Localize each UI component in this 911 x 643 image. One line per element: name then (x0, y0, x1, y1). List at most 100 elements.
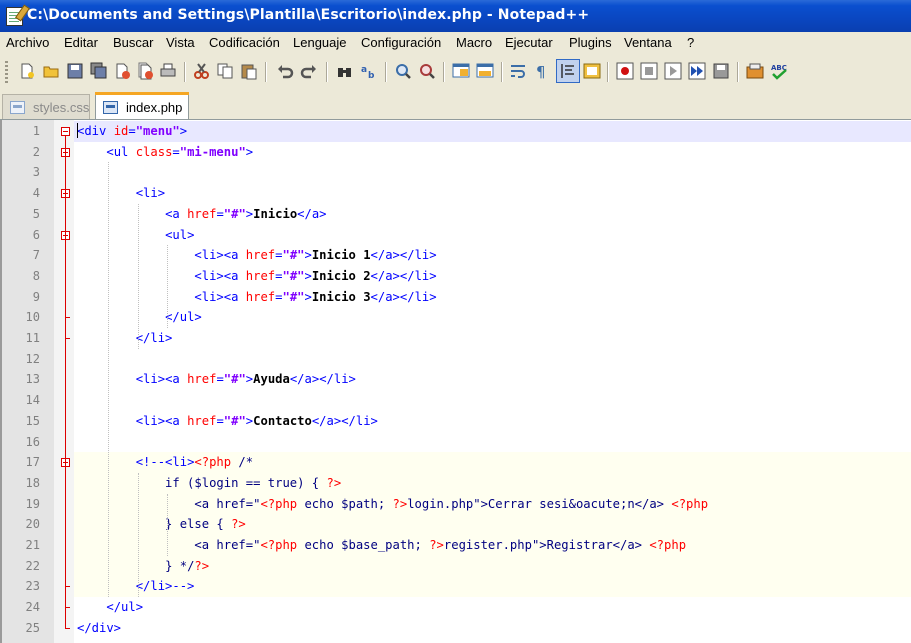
code-line[interactable]: <a href="#">Inicio</a> (77, 204, 326, 225)
code-line[interactable]: </div> (77, 618, 121, 639)
sync-horizontal-icon[interactable] (476, 62, 494, 80)
text-cursor (77, 123, 78, 138)
line-number: 25 (25, 620, 40, 635)
fold-toggle-icon[interactable] (61, 127, 70, 136)
code-line[interactable]: <li><a href="#">Contacto</a></li> (77, 411, 378, 432)
line-number: 13 (25, 372, 40, 387)
line-number: 16 (25, 434, 40, 449)
menu-ventana[interactable]: Ventana (624, 35, 672, 50)
menu-vista[interactable]: Vista (166, 35, 195, 50)
show-all-chars-icon[interactable]: ¶ (533, 62, 551, 80)
svg-text:b: b (368, 71, 375, 80)
current-line-highlight (74, 121, 911, 142)
stop-macro-icon[interactable] (640, 62, 658, 80)
code-line[interactable]: <div id="menu"> (77, 121, 187, 142)
line-number: 1 (32, 124, 40, 138)
code-line[interactable]: <a href="<?php echo $path; ?>login.php">… (77, 494, 708, 515)
code-editor[interactable]: 1 <div id="menu"> 2 <ul class="mi-menu"> 3 4… (0, 120, 911, 643)
zoom-in-icon[interactable] (394, 62, 412, 80)
code-line[interactable]: </ul> (77, 597, 143, 618)
code-line[interactable]: <li><a href="#">Inicio 3</a></li> (77, 287, 436, 308)
open-file-icon[interactable] (42, 62, 60, 80)
find-icon[interactable] (336, 62, 354, 80)
indent-guide (137, 472, 139, 598)
replace-icon[interactable]: ab (360, 62, 378, 80)
close-icon[interactable] (113, 62, 131, 80)
code-line[interactable]: <ul> (77, 225, 194, 246)
line-number: 3 (32, 165, 40, 180)
tab-label: index.php (126, 100, 183, 115)
line-number: 23 (25, 579, 40, 594)
tab-styles-css[interactable]: styles.css (2, 94, 90, 120)
line-number: 4 (32, 186, 40, 201)
tab-bar: styles.css index.php (0, 90, 911, 120)
line-number: 7 (32, 248, 40, 263)
code-line[interactable]: <li><a href="#">Inicio 1</a></li> (77, 245, 436, 266)
tab-label: styles.css (33, 100, 90, 115)
indent-guide (167, 493, 169, 556)
title-bar[interactable]: C:\Documents and Settings\Plantilla\Escr… (0, 0, 911, 32)
redo-icon[interactable] (300, 62, 318, 80)
code-line[interactable]: } */?> (77, 556, 209, 577)
code-line[interactable]: <a href="<?php echo $base_path; ?>regist… (77, 535, 686, 556)
menu-editar[interactable]: Editar (64, 35, 98, 50)
save-macro-icon[interactable] (712, 62, 730, 80)
line-number: 20 (25, 517, 40, 532)
paste-icon[interactable] (240, 62, 258, 80)
code-line[interactable]: <li><a href="#">Ayuda</a></li> (77, 369, 356, 390)
save-all-icon[interactable] (90, 62, 108, 80)
word-wrap-icon[interactable] (509, 62, 527, 80)
save-icon[interactable] (66, 62, 84, 80)
play-macro-icon[interactable] (664, 62, 682, 80)
file-icon (103, 101, 118, 114)
code-line[interactable]: <!--<li><?php /* (77, 452, 253, 473)
menu-help[interactable]: ? (687, 35, 694, 50)
code-line[interactable]: </ul> (77, 307, 202, 328)
record-macro-icon[interactable] (616, 62, 634, 80)
code-line[interactable]: } else { ?> (77, 514, 246, 535)
menu-archivo[interactable]: Archivo (6, 35, 49, 50)
new-file-icon[interactable] (18, 62, 36, 80)
cut-icon[interactable] (193, 62, 211, 80)
code-line[interactable]: <ul class="mi-menu"> (77, 142, 253, 163)
menu-codificacion[interactable]: Codificación (209, 35, 280, 50)
line-number: 14 (25, 393, 40, 408)
code-line[interactable]: </li> (77, 328, 173, 349)
menu-macro[interactable]: Macro (456, 35, 492, 50)
copy-icon[interactable] (216, 62, 234, 80)
tab-index-php[interactable]: index.php (95, 92, 189, 120)
line-number: 11 (25, 331, 40, 345)
menu-lenguaje[interactable]: Lenguaje (293, 35, 347, 50)
spellcheck-icon[interactable]: ABC (770, 62, 788, 80)
line-number: 18 (25, 475, 40, 490)
menu-plugins[interactable]: Plugins (569, 35, 612, 50)
menu-ejecutar[interactable]: Ejecutar (505, 35, 553, 50)
code-line[interactable]: <li> (77, 183, 165, 204)
line-number: 10 (25, 310, 40, 325)
print-icon[interactable] (159, 62, 177, 80)
menu-bar: Archivo Editar Buscar Vista Codificación… (0, 32, 911, 54)
line-number: 8 (32, 268, 40, 283)
window-title: C:\Documents and Settings\Plantilla\Escr… (27, 7, 590, 23)
code-line[interactable]: if ($login == true) { ?> (77, 473, 341, 494)
fold-margin[interactable] (54, 120, 74, 643)
code-line[interactable]: </li>--> (77, 576, 195, 597)
line-number: 2 (32, 144, 40, 159)
line-number: 6 (32, 227, 40, 242)
notepad-app-icon[interactable] (6, 7, 23, 26)
toolbar: ab ¶ ABC (0, 54, 911, 90)
run-macro-multiple-icon[interactable] (688, 62, 706, 80)
close-all-icon[interactable] (136, 62, 154, 80)
line-number: 21 (25, 538, 40, 552)
code-line[interactable]: <li><a href="#">Inicio 2</a></li> (77, 266, 436, 287)
menu-buscar[interactable]: Buscar (113, 35, 153, 50)
indent-guide-icon[interactable] (559, 62, 577, 80)
doc-map-icon[interactable] (583, 62, 601, 80)
line-number: 12 (25, 351, 40, 366)
zoom-out-icon[interactable] (418, 62, 436, 80)
menu-configuracion[interactable]: Configuración (361, 35, 441, 50)
toolbar-grip[interactable] (5, 61, 8, 83)
plugin-icon[interactable] (746, 62, 764, 80)
undo-icon[interactable] (276, 62, 294, 80)
sync-vertical-icon[interactable] (452, 62, 470, 80)
